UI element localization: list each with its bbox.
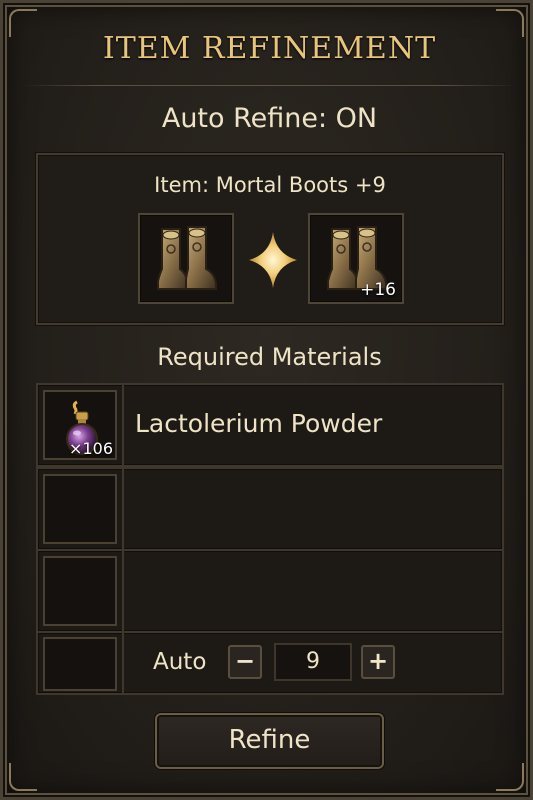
- material-slot[interactable]: [43, 474, 117, 544]
- title-divider: [23, 85, 516, 86]
- material-quantity: ×106: [69, 439, 113, 458]
- material-row: [36, 467, 504, 551]
- material-name: Lactolerium Powder: [135, 409, 383, 438]
- sparkle-icon: [249, 232, 297, 288]
- material-row: ×106 Lactolerium Powder: [36, 383, 504, 467]
- material-row: [36, 549, 504, 633]
- boots-icon: [157, 226, 217, 290]
- result-level-badge: +16: [360, 280, 396, 300]
- increase-button[interactable]: +: [361, 645, 395, 679]
- material-slot[interactable]: ×106: [43, 390, 117, 460]
- result-item-slot[interactable]: +16: [308, 213, 404, 304]
- material-slot[interactable]: [43, 637, 117, 691]
- source-item-slot[interactable]: [138, 213, 234, 304]
- decrease-button[interactable]: −: [228, 645, 262, 679]
- row-divider: [122, 551, 124, 631]
- refine-button[interactable]: Refine: [155, 713, 384, 769]
- row-divider: [122, 633, 124, 693]
- materials-list: ×106 Lactolerium Powder Auto − 9 +: [36, 383, 504, 695]
- item-name: Item: Mortal Boots +9: [154, 173, 386, 197]
- auto-refine-status[interactable]: Auto Refine: ON: [3, 103, 533, 134]
- corner-ornament: [9, 763, 37, 791]
- row-divider: [122, 385, 124, 465]
- material-slot[interactable]: [43, 556, 117, 626]
- auto-count-row: Auto − 9 +: [36, 631, 504, 695]
- refinement-window: ITEM REFINEMENT Auto Refine: ON Item: Mo…: [0, 0, 533, 800]
- auto-count-input[interactable]: 9: [274, 643, 352, 681]
- auto-count-label: Auto: [153, 649, 207, 675]
- item-panel: Item: Mortal Boots +9 +16: [36, 153, 504, 325]
- window-title: ITEM REFINEMENT: [102, 31, 437, 66]
- corner-ornament: [496, 763, 524, 791]
- row-divider: [122, 469, 124, 549]
- materials-section-title: Required Materials: [157, 343, 382, 371]
